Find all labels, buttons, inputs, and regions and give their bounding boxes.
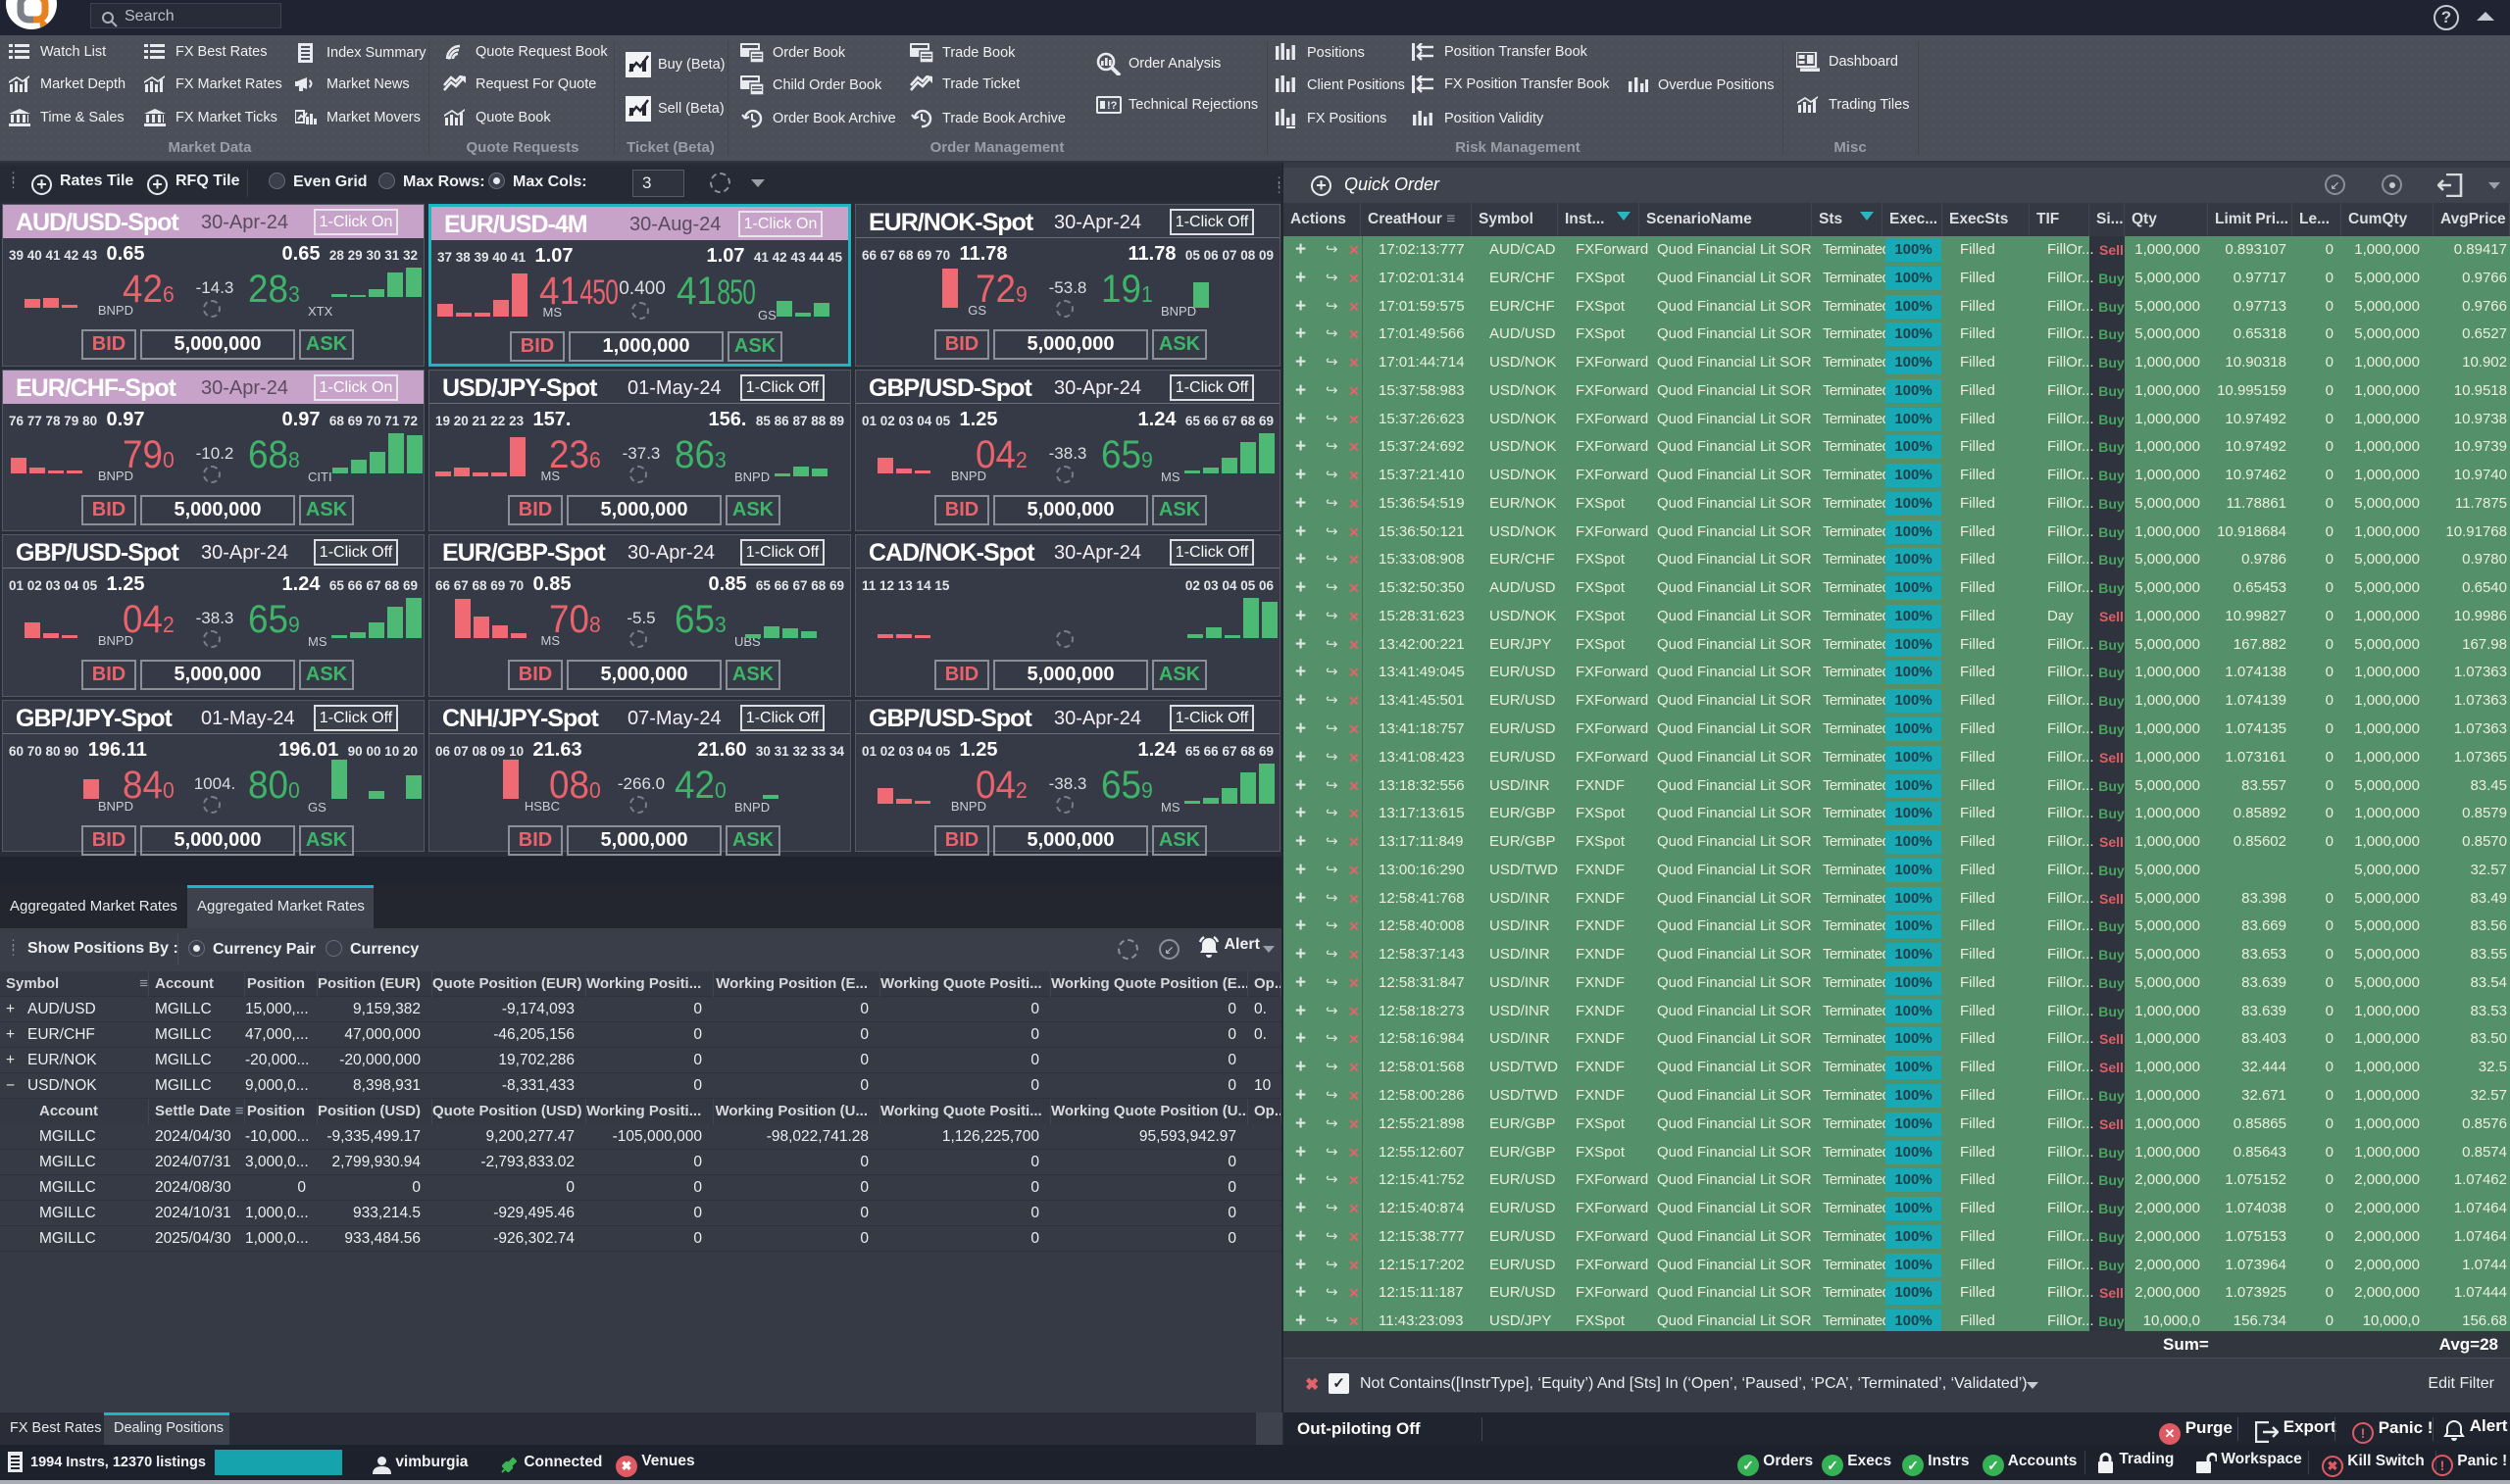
- svg-text:!?: !?: [1107, 100, 1118, 112]
